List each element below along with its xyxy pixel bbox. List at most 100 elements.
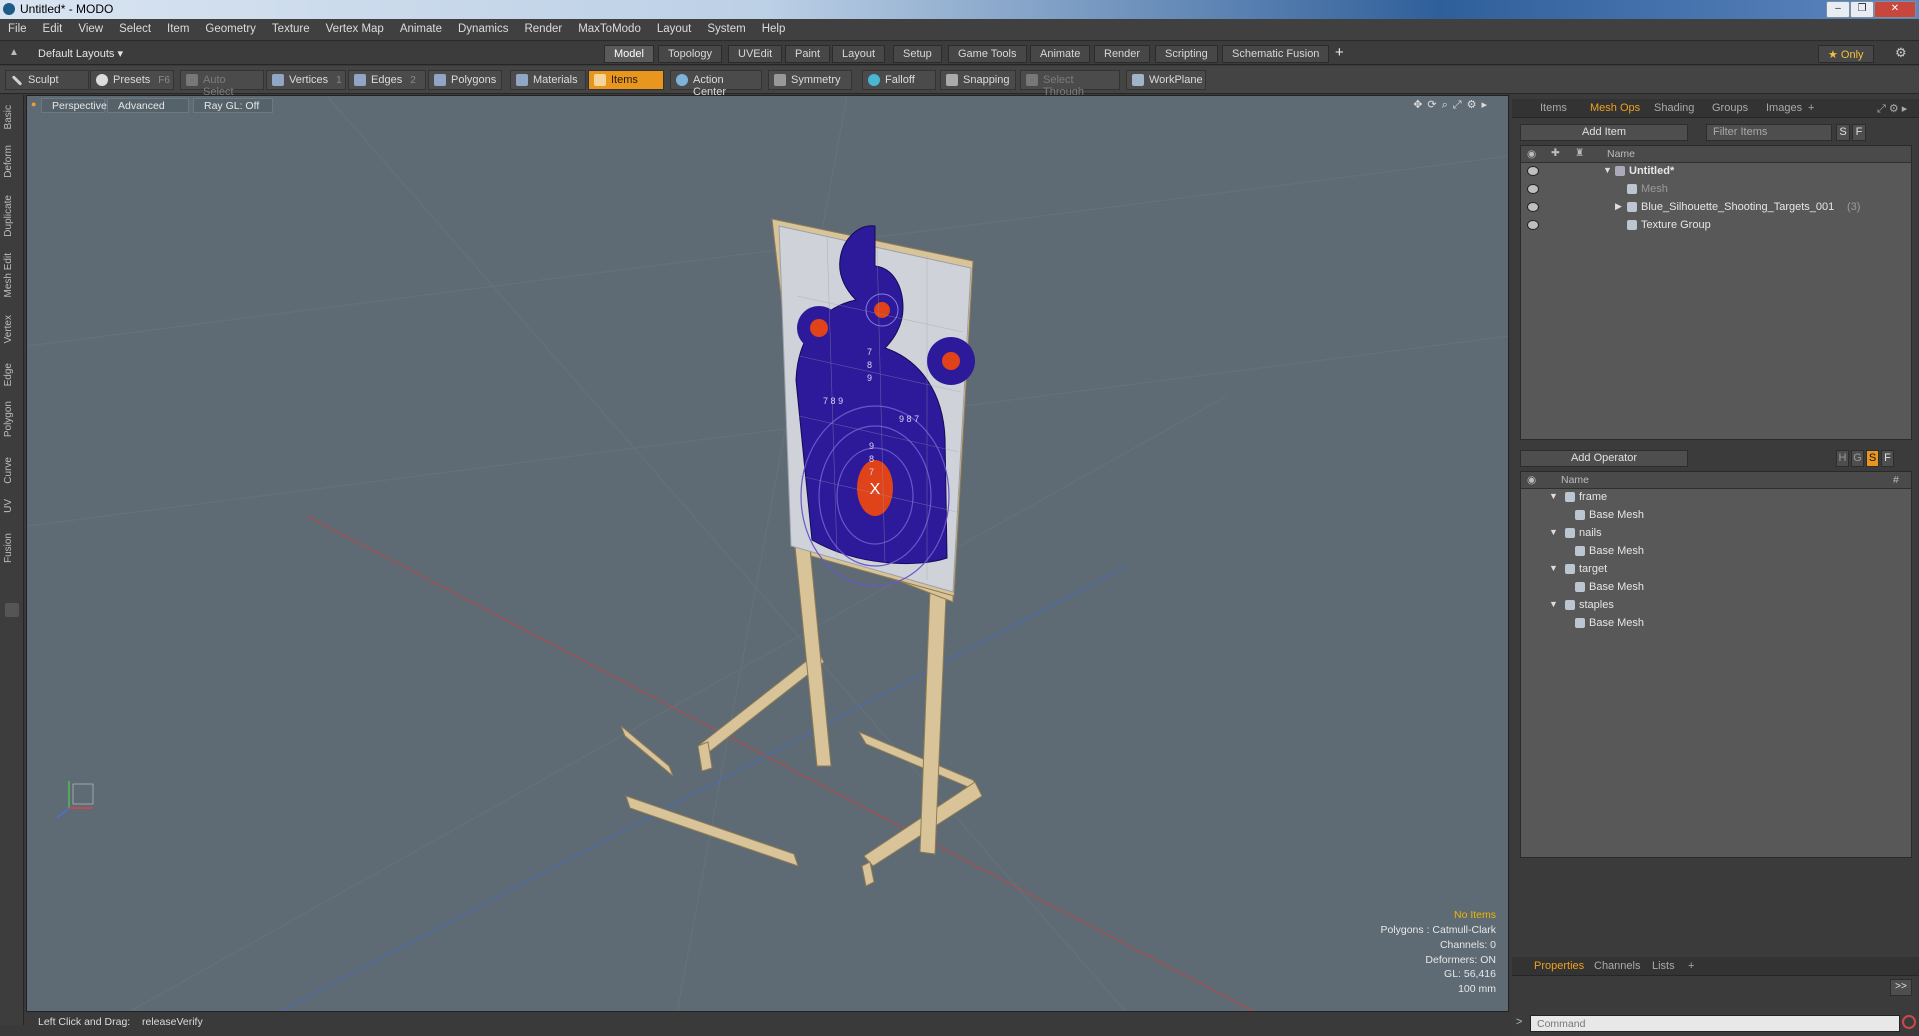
vertices-button[interactable]: Vertices 1 <box>266 70 346 90</box>
tab-animate[interactable]: Animate <box>1030 45 1091 63</box>
menu-select[interactable]: Select <box>111 19 159 35</box>
tab-setup[interactable]: Setup <box>893 45 942 63</box>
tab-mesh-ops[interactable]: Mesh Ops <box>1590 102 1640 114</box>
s-filter-button[interactable]: S <box>1836 124 1850 141</box>
tab-shading[interactable]: Shading <box>1654 102 1694 114</box>
sculpt-button[interactable]: Sculpt <box>5 70 89 90</box>
f-button[interactable]: F <box>1881 450 1894 467</box>
h-button[interactable]: H <box>1836 450 1849 467</box>
tab-vertex[interactable]: Vertex <box>3 315 21 343</box>
view-type-dropdown[interactable]: Perspective <box>41 98 107 113</box>
tab-uvedit[interactable]: UVEdit <box>728 45 783 63</box>
tab-mesh-edit[interactable]: Mesh Edit <box>3 253 21 297</box>
eye-icon[interactable] <box>1527 166 1539 176</box>
tab-basic[interactable]: Basic <box>3 105 21 129</box>
tab-layout[interactable]: Layout <box>832 45 886 63</box>
operator-row-staples[interactable]: ▼ staples <box>1521 597 1911 615</box>
eye-icon[interactable] <box>1527 184 1539 194</box>
tab-scripting[interactable]: Scripting <box>1155 45 1218 63</box>
add-panel-tab[interactable]: + <box>1808 102 1814 114</box>
expand-panel-button[interactable]: >> <box>1890 979 1912 996</box>
add-tab-button[interactable]: + <box>1335 44 1344 61</box>
expand-icon[interactable]: ▼ <box>1549 563 1558 573</box>
eye-icon[interactable] <box>1527 202 1539 212</box>
item-row-untitled[interactable]: ▼ Untitled* <box>1521 163 1911 181</box>
tab-paint[interactable]: Paint <box>785 45 831 63</box>
panel-options-icon[interactable]: ⤢ ⚙ ▸ <box>1877 102 1907 116</box>
tab-images[interactable]: Images <box>1766 102 1802 114</box>
items-button[interactable]: Items <box>588 70 664 90</box>
raygl-toggle[interactable]: Ray GL: Off <box>193 98 273 113</box>
command-input[interactable]: Command <box>1530 1015 1900 1032</box>
workplane-button[interactable]: WorkPlane <box>1126 70 1206 90</box>
tab-groups[interactable]: Groups <box>1712 102 1748 114</box>
operator-row-nails[interactable]: ▼ nails <box>1521 525 1911 543</box>
tab-uv[interactable]: UV <box>3 499 21 513</box>
auto-select-button[interactable]: Auto Select <box>180 70 264 98</box>
tab-lists[interactable]: Lists <box>1652 960 1675 972</box>
g-button[interactable]: G <box>1851 450 1864 467</box>
add-operator-dropdown[interactable]: Add Operator <box>1520 450 1688 467</box>
select-through-button[interactable]: Select Through <box>1020 70 1120 98</box>
menu-animate[interactable]: Animate <box>392 19 450 35</box>
only-toggle[interactable]: ★ Only <box>1818 45 1874 63</box>
materials-button[interactable]: Materials <box>510 70 586 90</box>
menu-render[interactable]: Render <box>516 19 570 35</box>
tab-game-tools[interactable]: Game Tools <box>948 45 1027 63</box>
menu-file[interactable]: File <box>0 19 35 35</box>
expand-icon[interactable]: ▶ <box>1615 201 1622 212</box>
filter-items-input[interactable]: Filter Items <box>1706 124 1832 141</box>
tab-fusion[interactable]: Fusion <box>3 533 21 563</box>
action-center-button[interactable]: Action Center <box>670 70 762 98</box>
menu-layout[interactable]: Layout <box>649 19 700 35</box>
tab-curve[interactable]: Curve <box>3 457 21 484</box>
menu-item[interactable]: Item <box>159 19 197 35</box>
f-filter-button[interactable]: F <box>1852 124 1866 141</box>
viewport-nav-icons[interactable]: ✥⟳⌕⤢⚙▸ <box>1413 98 1492 112</box>
close-button[interactable]: ✕ <box>1874 1 1916 18</box>
tab-duplicate[interactable]: Duplicate <box>3 195 21 237</box>
menu-dynamics[interactable]: Dynamics <box>450 19 516 35</box>
layout-collapse-icon[interactable]: ▲ <box>9 47 19 58</box>
expand-icon[interactable]: ▼ <box>1603 165 1612 175</box>
tab-model[interactable]: Model <box>604 45 654 63</box>
shading-style-dropdown[interactable]: Advanced <box>107 98 189 113</box>
maximize-button[interactable]: ❐ <box>1850 1 1874 18</box>
snapping-button[interactable]: Snapping <box>940 70 1016 90</box>
expand-icon[interactable]: ▼ <box>1549 491 1558 501</box>
tab-items[interactable]: Items <box>1540 102 1567 114</box>
tab-deform[interactable]: Deform <box>3 145 21 178</box>
item-row-targets[interactable]: ▶ Blue_Silhouette_Shooting_Targets_001 (3) <box>1521 199 1911 217</box>
operator-row-target[interactable]: ▼ target <box>1521 561 1911 579</box>
operator-row-base-mesh[interactable]: Base Mesh <box>1521 543 1911 561</box>
item-row-mesh[interactable]: Mesh <box>1521 181 1911 199</box>
gear-icon[interactable]: ⚙ <box>1895 45 1907 61</box>
s-button[interactable]: S <box>1866 450 1879 467</box>
tab-channels[interactable]: Channels <box>1594 960 1640 972</box>
falloff-button[interactable]: Falloff <box>862 70 936 90</box>
symmetry-button[interactable]: Symmetry <box>768 70 852 90</box>
expand-icon[interactable]: ▼ <box>1549 527 1558 537</box>
tab-polygon[interactable]: Polygon <box>3 401 21 437</box>
menu-vertex-map[interactable]: Vertex Map <box>318 19 392 35</box>
operator-row-base-mesh[interactable]: Base Mesh <box>1521 615 1911 633</box>
polygons-button[interactable]: Polygons <box>428 70 502 90</box>
layout-selector[interactable]: Default Layouts ▾ <box>38 47 123 60</box>
menu-maxtomodo[interactable]: MaxToModo <box>570 19 649 35</box>
menu-system[interactable]: System <box>699 19 753 35</box>
operator-row-base-mesh[interactable]: Base Mesh <box>1521 507 1911 525</box>
eye-icon[interactable] <box>1527 220 1539 230</box>
tab-topology[interactable]: Topology <box>658 45 723 63</box>
tab-render[interactable]: Render <box>1094 45 1151 63</box>
add-item-dropdown[interactable]: Add Item <box>1520 124 1688 141</box>
expand-icon[interactable]: ▼ <box>1549 599 1558 609</box>
menu-help[interactable]: Help <box>754 19 794 35</box>
3d-viewport[interactable]: X ● Perspective Advanced Ray GL: Off ✥⟳⌕… <box>26 95 1509 1012</box>
presets-button[interactable]: Presets F6 <box>90 70 174 90</box>
operator-row-base-mesh[interactable]: Base Mesh <box>1521 579 1911 597</box>
operator-row-frame[interactable]: ▼ frame <box>1521 489 1911 507</box>
menu-edit[interactable]: Edit <box>35 19 71 35</box>
tab-edge[interactable]: Edge <box>3 363 21 386</box>
menu-geometry[interactable]: Geometry <box>197 19 264 35</box>
tab-properties[interactable]: Properties <box>1534 960 1584 972</box>
